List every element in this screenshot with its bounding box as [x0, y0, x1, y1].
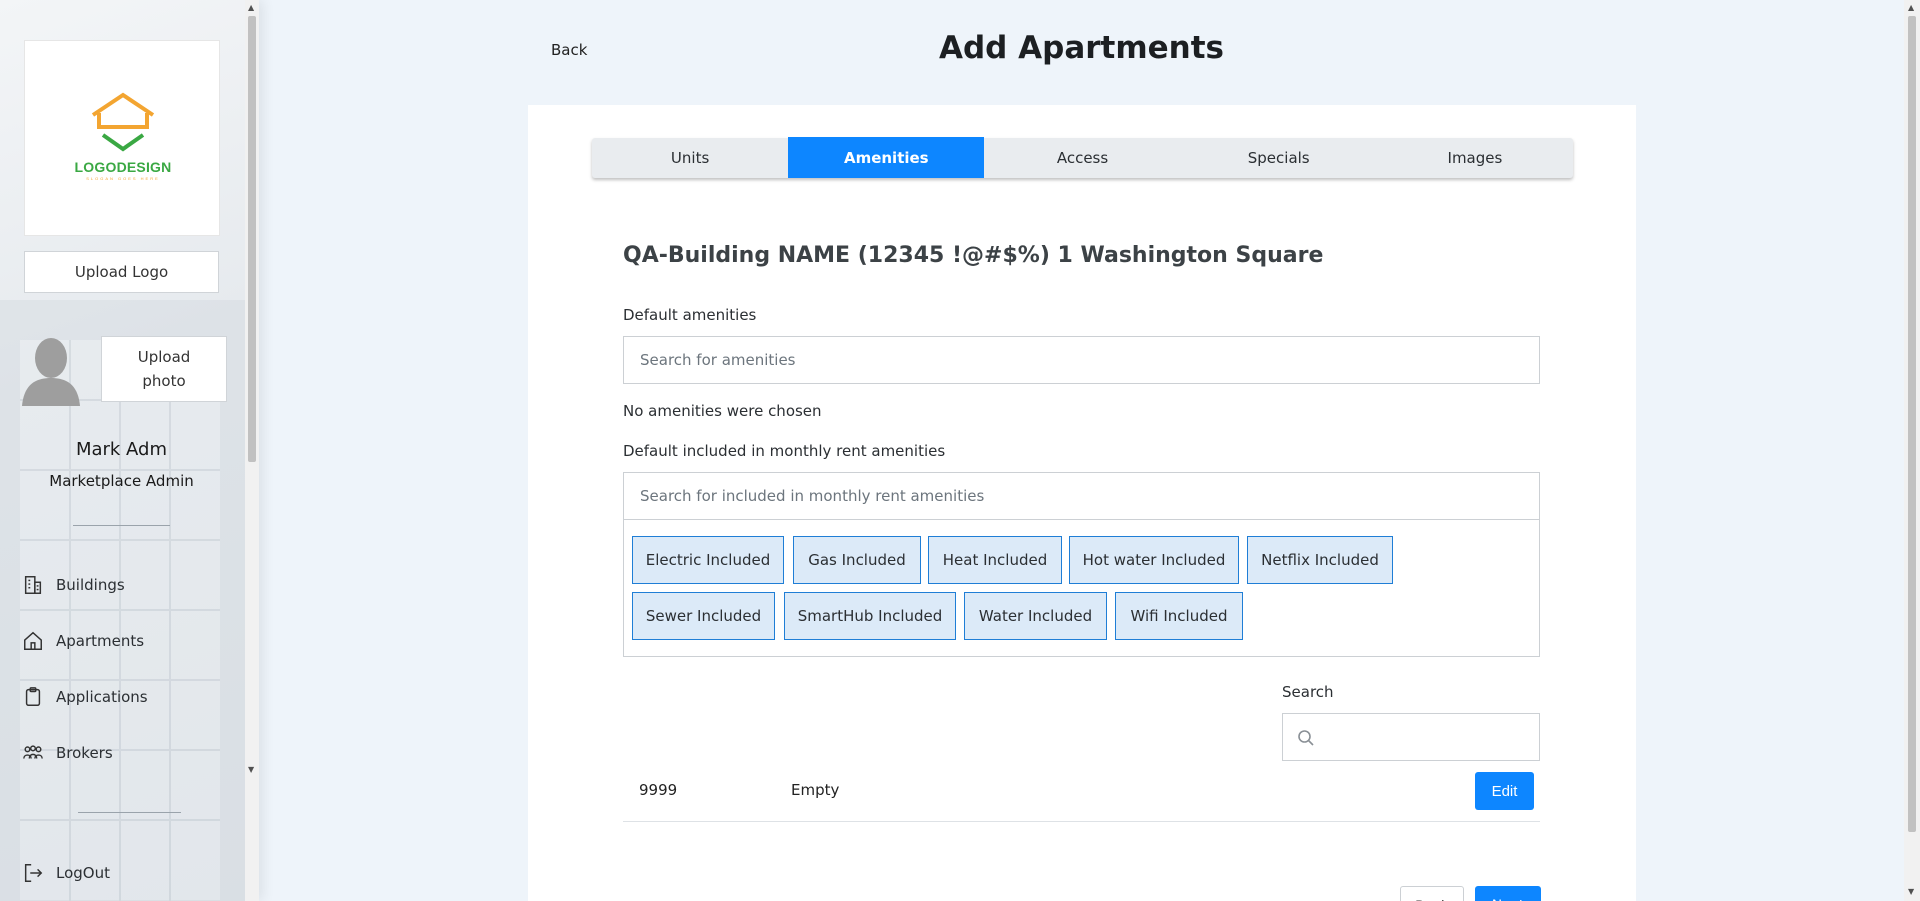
- sidebar-item-label: Applications: [56, 688, 148, 706]
- search-field[interactable]: [1282, 713, 1540, 761]
- search-input[interactable]: [1323, 714, 1533, 760]
- back-link[interactable]: Back: [551, 41, 587, 59]
- sidebar-item-brokers[interactable]: Brokers: [22, 738, 113, 768]
- edit-button[interactable]: Edit: [1475, 772, 1534, 810]
- scroll-up-arrow[interactable]: ▲: [248, 4, 254, 12]
- building-icon: [24, 576, 42, 594]
- amenity-chip[interactable]: Hot water Included: [1069, 536, 1239, 584]
- included-amenities-search-input[interactable]: [623, 472, 1540, 520]
- sidebar-scrollbar[interactable]: ▲ ▼: [245, 0, 259, 901]
- sidebar-item-buildings[interactable]: Buildings: [22, 570, 125, 600]
- scroll-thumb[interactable]: [1908, 16, 1916, 832]
- sidebar: LOGODESIGN SLOGAN GOES HERE Upload Logo …: [0, 0, 259, 901]
- included-amenities-label: Default included in monthly rent ameniti…: [623, 442, 946, 460]
- page-scrollbar[interactable]: ▲ ▼: [1904, 0, 1920, 901]
- default-amenities-label: Default amenities: [623, 306, 757, 324]
- user-name: Mark Adm: [75, 439, 168, 460]
- amenities-search-input[interactable]: [623, 336, 1540, 384]
- back-button[interactable]: Back: [1400, 886, 1464, 901]
- logo-slogan: SLOGAN GOES HERE: [86, 176, 160, 181]
- amenity-chip[interactable]: Heat Included: [928, 536, 1062, 584]
- amenity-chip[interactable]: Sewer Included: [632, 592, 775, 640]
- amenity-chip[interactable]: Water Included: [964, 592, 1107, 640]
- home-icon: [24, 631, 42, 650]
- search-icon: [1298, 730, 1314, 746]
- amenity-chip[interactable]: Wifi Included: [1115, 592, 1243, 640]
- amenity-chip[interactable]: SmartHub Included: [784, 592, 956, 640]
- building-name: QA-Building NAME (12345 !@#$%) 1 Washing…: [623, 243, 1324, 268]
- logo-box: LOGODESIGN SLOGAN GOES HERE: [24, 40, 220, 236]
- scroll-down-arrow[interactable]: ▼: [248, 766, 254, 774]
- sidebar-item-apartments[interactable]: Apartments: [22, 626, 144, 656]
- sidebar-item-label: Brokers: [56, 744, 113, 762]
- avatar: [22, 338, 80, 406]
- scroll-down-arrow[interactable]: ▼: [1908, 888, 1914, 896]
- included-amenities-box: Electric Included Gas Included Heat Incl…: [623, 472, 1540, 657]
- no-amenities-text: No amenities were chosen: [623, 402, 822, 420]
- upload-logo-button[interactable]: Upload Logo: [24, 251, 219, 293]
- divider: [73, 525, 170, 526]
- tab-images[interactable]: Images: [1377, 138, 1573, 178]
- sidebar-item-label: Apartments: [56, 632, 145, 650]
- people-icon: [23, 745, 43, 759]
- tab-bar: Units Amenities Access Specials Images: [592, 137, 1573, 178]
- logout-icon: [24, 864, 43, 882]
- sidebar-item-applications[interactable]: Applications: [22, 682, 148, 712]
- sidebar-item-label: Buildings: [56, 576, 125, 594]
- amenity-chip[interactable]: Gas Included: [793, 536, 921, 584]
- page-title: Add Apartments: [938, 30, 1225, 66]
- tab-units[interactable]: Units: [592, 138, 788, 178]
- unit-status: Empty: [791, 781, 840, 799]
- upload-photo-label: Upload photo: [137, 348, 191, 390]
- tab-amenities[interactable]: Amenities: [788, 137, 985, 178]
- next-button[interactable]: Next: [1475, 886, 1541, 901]
- scroll-up-arrow[interactable]: ▲: [1908, 4, 1914, 12]
- logout-button[interactable]: LogOut: [22, 858, 110, 888]
- scroll-thumb[interactable]: [248, 16, 256, 462]
- user-role: Marketplace Admin: [49, 472, 194, 490]
- tab-access[interactable]: Access: [984, 138, 1180, 178]
- upload-photo-button[interactable]: Upload photo: [101, 336, 227, 402]
- unit-number: 9999: [639, 781, 678, 799]
- amenity-chip[interactable]: Netflix Included: [1247, 536, 1393, 584]
- logo-house-icon: [91, 92, 155, 152]
- divider: [78, 812, 181, 813]
- search-label: Search: [1282, 683, 1334, 701]
- logo-text: LOGODESIGN: [74, 159, 172, 175]
- clipboard-icon: [25, 687, 41, 706]
- tab-specials[interactable]: Specials: [1181, 138, 1377, 178]
- amenity-chip[interactable]: Electric Included: [632, 536, 784, 584]
- logout-label: LogOut: [56, 864, 110, 882]
- table-row: 9999 Empty: [623, 768, 1540, 822]
